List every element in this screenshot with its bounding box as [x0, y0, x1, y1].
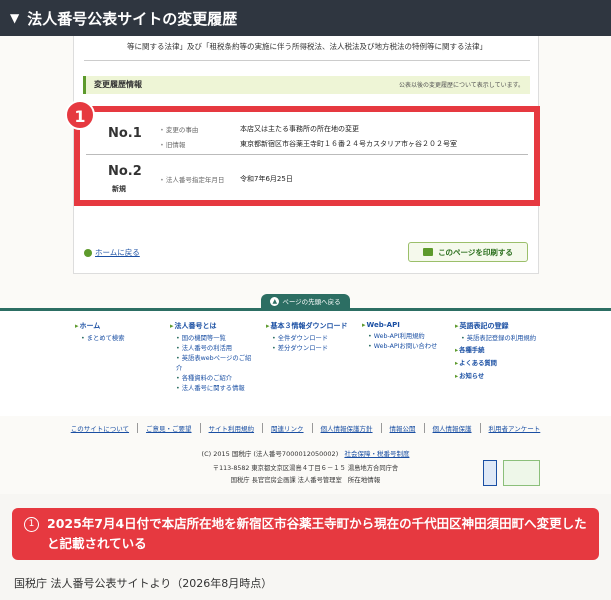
- triangle-down-icon[interactable]: ▼: [10, 11, 19, 25]
- annotation-badge: 1: [65, 100, 95, 130]
- social-link[interactable]: 社会保障・税番号制度: [344, 450, 409, 458]
- screenshot-area: 等に関する法律」及び「租税条約等の実施に伴う所得税法、法人税法及び地方税法の特例…: [0, 36, 611, 494]
- certification-logo: [503, 460, 540, 486]
- sitemap-column: Web-API Web-API利用規約 Web-APIお問い合わせ: [362, 321, 438, 352]
- history-note: 公表以後の変更履歴について表示しています。: [398, 82, 524, 89]
- header-title: 法人番号公表サイトの変更履歴: [27, 9, 238, 28]
- footer-link[interactable]: サイト利用規約: [201, 423, 264, 433]
- sitemap-heading[interactable]: よくある質問: [455, 357, 536, 370]
- sitemap-heading[interactable]: お知らせ: [455, 370, 536, 383]
- law-text: 等に関する法律」及び「租税条約等の実施に伴う所得税法、法人税法及び地方税法の特例…: [127, 42, 487, 51]
- sitemap-item[interactable]: 国の機関等一覧: [176, 334, 255, 344]
- sitemap: ホーム まとめて検索 法人番号とは 国の機関等一覧 法人番号の利活用 英語表we…: [0, 311, 611, 416]
- sitemap-item[interactable]: まとめて検索: [81, 334, 125, 344]
- sitemap-heading[interactable]: Web-API: [362, 321, 437, 329]
- callout-text: 2025年7月4日付で本店所在地を新宿区市谷薬王寺町から現在の千代田区神田須田町…: [47, 516, 587, 551]
- sitemap-heading[interactable]: 法人番号とは: [170, 321, 255, 331]
- source-caption: 国税庁 法人番号公表サイトより（2026年8月時点）: [14, 577, 273, 590]
- sitemap-column: ホーム まとめて検索: [75, 321, 125, 344]
- entry-number: No.1: [108, 126, 142, 141]
- sitemap-item[interactable]: Web-API利用規約: [368, 332, 437, 342]
- sitemap-item[interactable]: 各種資料のご紹介: [176, 374, 255, 384]
- sitemap-item[interactable]: 法人番号に関する情報: [176, 384, 255, 394]
- footer-link[interactable]: このサイトについて: [63, 423, 139, 433]
- divider: [84, 60, 530, 61]
- field-value: 令和7年6月25日: [240, 175, 293, 183]
- arrow-up-icon: ▲: [270, 296, 280, 306]
- home-link-label: ホームに戻る: [95, 248, 140, 257]
- field-label: 変更の事由: [160, 124, 199, 134]
- sitemap-item[interactable]: 英語表webページのご紹介: [176, 354, 255, 374]
- highlight-box: No.1 変更の事由 本店又は主たる事務所の所在地の変更 旧情報 東京都新宿区市…: [74, 106, 540, 206]
- annotation-callout: 1 2025年7月4日付で本店所在地を新宿区市谷薬王寺町から現在の千代田区神田須…: [12, 508, 599, 560]
- sitemap-heading[interactable]: ホーム: [75, 321, 125, 331]
- corporate-info-card: 等に関する法律」及び「租税条約等の実施に伴う所得税法、法人税法及び地方税法の特例…: [73, 36, 540, 274]
- header-bar: ▼ 法人番号公表サイトの変更履歴: [0, 0, 611, 36]
- print-button-label: このページを印刷する: [438, 247, 513, 257]
- home-link[interactable]: ホームに戻る: [84, 247, 140, 258]
- copyright-text: (C) 2015 国税庁 (法人番号7000012050002): [201, 450, 339, 458]
- footer-link[interactable]: 情報公開: [382, 423, 425, 433]
- arrow-circle-icon: [84, 248, 92, 257]
- office-name: 国税庁 長官官房企画課 法人番号管理室: [230, 477, 342, 484]
- sitemap-column: 法人番号とは 国の機関等一覧 法人番号の利活用 英語表webページのご紹介 各種…: [170, 321, 255, 394]
- sitemap-heading[interactable]: 英語表記の登録: [455, 321, 536, 331]
- history-header: 変更履歴情報 公表以後の変更履歴について表示しています。: [83, 76, 530, 94]
- callout-number: 1: [24, 517, 39, 532]
- footer-link[interactable]: 個人情報保護方針: [313, 423, 382, 433]
- history-entry-2: No.2 新規 法人番号指定年月日 令和7年6月25日: [90, 158, 524, 198]
- print-button[interactable]: このページを印刷する: [408, 242, 528, 262]
- sitemap-item[interactable]: 英語表記登録の利用規約: [461, 334, 536, 344]
- history-title: 変更履歴情報: [94, 80, 142, 89]
- page-top-label: ページの先頭へ戻る: [282, 298, 341, 306]
- field-value: 本店又は主たる事務所の所在地の変更: [240, 125, 359, 133]
- footer-link[interactable]: ご意見・ご要望: [138, 423, 201, 433]
- new-tag: 新規: [112, 185, 126, 193]
- field-label: 旧情報: [160, 139, 186, 149]
- printer-icon: [423, 248, 434, 256]
- sitemap-item[interactable]: 法人番号の利活用: [176, 344, 255, 354]
- sitemap-heading[interactable]: 基本３情報ダウンロード: [266, 321, 348, 331]
- sitemap-item[interactable]: 全件ダウンロード: [272, 334, 348, 344]
- footer-links: このサイトについて ご意見・ご要望 サイト利用規約 関連リンク 個人情報保護方針…: [0, 420, 611, 436]
- field-value: 東京都新宿区市谷薬王寺町１６番２４号カスタリア市ヶ谷２０２号室: [240, 140, 457, 148]
- agency-logo: [483, 460, 497, 486]
- page-top-button[interactable]: ▲ ページの先頭へ戻る: [261, 294, 350, 308]
- map-link[interactable]: 所在地情報: [348, 476, 381, 484]
- sitemap-item[interactable]: Web-APIお問い合わせ: [368, 342, 438, 352]
- sitemap-column: 基本３情報ダウンロード 全件ダウンロード 差分ダウンロード: [266, 321, 348, 354]
- sitemap-column: 英語表記の登録 英語表記登録の利用規約 各種手続 よくある質問 お知らせ: [455, 321, 536, 383]
- copyright: (C) 2015 国税庁 (法人番号7000012050002) 社会保障・税番…: [0, 448, 611, 458]
- sitemap-item[interactable]: 差分ダウンロード: [272, 344, 348, 354]
- footer-link[interactable]: 個人情報保護: [425, 423, 481, 433]
- sitemap-heading[interactable]: 各種手続: [455, 344, 536, 357]
- entry-number: No.2: [108, 164, 142, 179]
- field-label: 法人番号指定年月日: [160, 174, 225, 184]
- row-divider: [86, 154, 528, 155]
- footer-link[interactable]: 関連リンク: [263, 423, 313, 433]
- footer-link[interactable]: 利用者アンケート: [481, 423, 549, 433]
- history-entry-1: No.1 変更の事由 本店又は主たる事務所の所在地の変更 旧情報 東京都新宿区市…: [90, 120, 524, 152]
